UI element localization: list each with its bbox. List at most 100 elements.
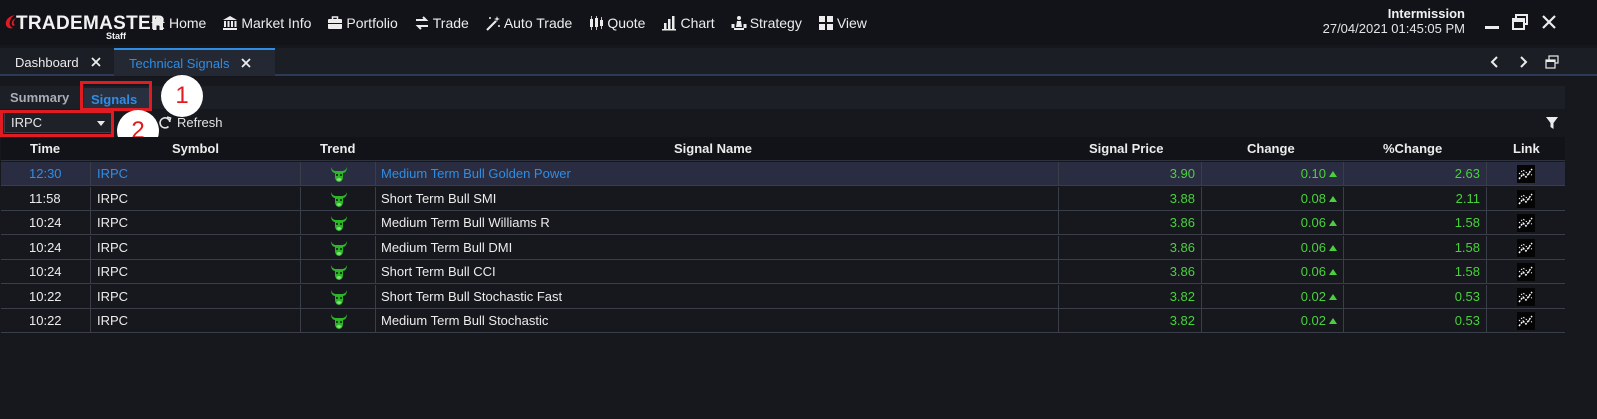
main-menu: Home Market Info Portfolio Trade Auto Tr…	[150, 0, 883, 45]
tab-dashboard[interactable]: Dashboard	[0, 48, 114, 76]
menu-market-info[interactable]: Market Info	[222, 0, 319, 45]
bull-icon	[331, 191, 347, 207]
bull-icon	[331, 265, 347, 280]
cell-signal-price-value: 3.86	[1169, 215, 1195, 230]
menu-view[interactable]: View	[818, 0, 875, 45]
cell-time: 10:24	[1, 211, 91, 235]
cell-symbol-value: IRPC	[97, 313, 129, 328]
cell-link	[1487, 260, 1565, 284]
up-arrow-icon	[1329, 220, 1337, 226]
cell-change: 0.02	[1202, 309, 1344, 333]
col-header-signal-price[interactable]: Signal Price	[1089, 141, 1163, 156]
menu-trade[interactable]: Trade	[414, 0, 477, 45]
cell-signal-price: 3.82	[1059, 284, 1202, 309]
chart-link-icon[interactable]	[1517, 238, 1535, 257]
cell-signal-price-value: 3.86	[1169, 264, 1195, 279]
table-row[interactable]: 12:30 IRPC Medium Term Bull Golden Power 3.…	[1, 162, 1565, 186]
cell-link	[1487, 187, 1565, 211]
table-row[interactable]: 10:24 IRPC Short Term Bull CCI 3.86 0.06 1.58	[1, 260, 1565, 284]
col-header-trend[interactable]: Trend	[320, 141, 355, 156]
cell-time-value: 10:22	[29, 288, 62, 304]
home-icon	[150, 15, 166, 31]
tab-technical-signals[interactable]: Technical Signals	[114, 48, 275, 76]
close-window-button[interactable]	[1540, 13, 1558, 31]
top-bar: TRADEMASTER Staff Home Market Info Portf…	[0, 0, 1597, 45]
menu-auto-trade[interactable]: Auto Trade	[485, 0, 581, 45]
cell-time: 10:24	[1, 235, 91, 260]
bull-icon	[331, 167, 347, 182]
cell-trend	[301, 162, 376, 186]
chevron-left-icon[interactable]	[1488, 55, 1502, 69]
menu-auto-trade-label: Auto Trade	[503, 14, 573, 31]
menu-home[interactable]: Home	[150, 0, 214, 45]
chevron-right-icon[interactable]	[1516, 55, 1530, 69]
market-status: Intermission 27/04/2021 01:45:05 PM	[1323, 6, 1465, 36]
menu-chart[interactable]: Chart	[661, 0, 722, 45]
table-row[interactable]: 10:24 IRPC Medium Term Bull Williams R 3.86…	[1, 211, 1565, 235]
cell-signal-price-value: 3.82	[1169, 288, 1195, 304]
cell-time: 10:24	[1, 260, 91, 284]
tab-dashboard-label: Dashboard	[15, 54, 79, 70]
cell-signal-price: 3.88	[1059, 186, 1202, 211]
chart-link-icon[interactable]	[1517, 189, 1535, 208]
chart-link-icon[interactable]	[1517, 287, 1535, 306]
table-row[interactable]: 10:24 IRPC Medium Term Bull DMI 3.86 0.06 1.5…	[1, 235, 1565, 260]
minimize-button[interactable]	[1483, 13, 1501, 31]
filter-icon[interactable]	[1545, 116, 1559, 130]
cell-trend	[301, 235, 376, 260]
menu-portfolio[interactable]: Portfolio	[327, 0, 405, 45]
col-header-change[interactable]: Change	[1247, 141, 1295, 156]
col-header-signal-name[interactable]: Signal Name	[674, 141, 752, 156]
cell-signal-name: Medium Term Bull Golden Power	[376, 162, 1059, 186]
up-arrow-icon	[1329, 195, 1337, 202]
col-header-time[interactable]: Time	[30, 141, 60, 156]
table-row[interactable]: 10:22 IRPC Short Term Bull Stochastic Fast…	[1, 284, 1565, 309]
cell-change: 0.06	[1202, 211, 1344, 235]
chart-link-icon[interactable]	[1517, 214, 1535, 232]
menu-quote-label: Quote	[607, 14, 646, 31]
subtab-summary[interactable]: Summary	[10, 90, 69, 105]
cell-change-value: 0.06	[1300, 264, 1326, 279]
refresh-button[interactable]: Refresh	[158, 115, 223, 130]
chart-link-icon[interactable]	[1517, 312, 1535, 330]
table-row[interactable]: 11:58 IRPC Short Term Bull SMI 3.88 0.08 2.11	[1, 186, 1565, 211]
chart-link-icon[interactable]	[1517, 165, 1535, 183]
bank-icon	[222, 15, 238, 31]
tab-close-icon[interactable]	[90, 57, 101, 67]
cell-signal-price-value: 3.82	[1169, 313, 1195, 328]
cell-symbol: IRPC	[91, 186, 301, 211]
cell-symbol-value: IRPC	[97, 288, 129, 304]
chart-link-icon[interactable]	[1517, 263, 1535, 281]
cell-signal-name: Medium Term Bull Stochastic	[376, 309, 1059, 333]
cell-signal-name-value: Short Term Bull SMI	[381, 190, 497, 206]
cell-pct-change-value: 0.53	[1454, 288, 1480, 304]
cell-trend	[301, 211, 376, 235]
minimize-icon	[1485, 26, 1499, 29]
restore-button[interactable]	[1511, 13, 1529, 31]
bar-chart-icon	[661, 15, 677, 31]
cell-signal-name-value: Medium Term Bull DMI	[381, 239, 513, 255]
cell-symbol-value: IRPC	[97, 239, 129, 255]
up-arrow-icon	[1329, 293, 1337, 300]
cell-symbol: IRPC	[91, 260, 301, 284]
cell-symbol: IRPC	[91, 309, 301, 333]
bull-icon	[331, 240, 347, 256]
col-header-link[interactable]: Link	[1513, 141, 1540, 156]
menu-trade-label: Trade	[432, 14, 469, 31]
cell-link	[1487, 211, 1565, 235]
table-row[interactable]: 10:22 IRPC Medium Term Bull Stochastic 3.82…	[1, 309, 1565, 333]
menu-strategy[interactable]: Strategy	[731, 0, 810, 45]
col-header-symbol[interactable]: Symbol	[172, 141, 219, 156]
cell-time: 10:22	[1, 284, 91, 309]
logo-wordmark: TRADEMASTER	[16, 13, 165, 34]
cell-signal-name: Medium Term Bull DMI	[376, 235, 1059, 260]
cell-link	[1487, 236, 1565, 260]
up-arrow-icon	[1329, 318, 1337, 324]
windows-list-icon[interactable]	[1545, 55, 1559, 69]
menu-quote[interactable]: Quote	[588, 0, 653, 45]
col-header-pct-change[interactable]: %Change	[1383, 141, 1442, 156]
table-header: Time Symbol Trend Signal Name Signal Pri…	[1, 137, 1565, 161]
cell-time: 11:58	[1, 186, 91, 211]
cell-time-value: 10:24	[29, 239, 62, 255]
tab-close-icon[interactable]	[241, 58, 252, 68]
